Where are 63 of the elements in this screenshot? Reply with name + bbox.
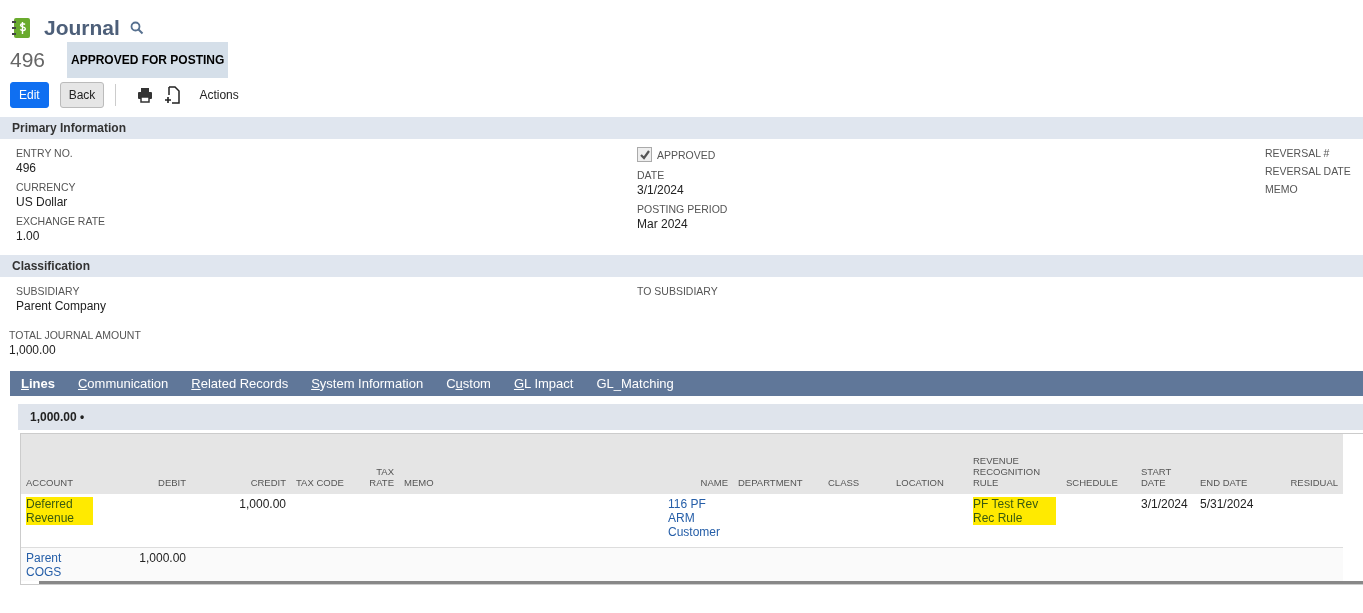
column-header: END DATE	[1195, 434, 1253, 494]
field-value: 1,000.00	[9, 343, 57, 357]
field-label: REVERSAL #	[1265, 147, 1331, 159]
column-header: START DATE	[1136, 434, 1195, 494]
tab[interactable]: Lines	[21, 376, 55, 391]
tab[interactable]: Related Records	[191, 376, 289, 391]
tab[interactable]: System Information	[311, 376, 424, 391]
scrollbar[interactable]	[39, 581, 1363, 584]
tab[interactable]: GL_Matching	[596, 376, 674, 391]
table-cell: 3/1/2024	[1141, 497, 1188, 511]
field-value: 1.00	[16, 229, 41, 243]
subtab[interactable]: 1,000.00 •	[18, 410, 97, 424]
column-header: MEMO	[399, 434, 663, 494]
field-label: ENTRY NO.	[16, 147, 74, 159]
back-button[interactable]: Back	[59, 82, 105, 108]
table-cell: 1,000.00	[239, 497, 286, 511]
journal-icon	[11, 17, 31, 39]
field-label: SUBSIDIARY	[16, 285, 81, 297]
edit-button[interactable]: Edit	[10, 82, 49, 108]
field-value: Mar 2024	[637, 217, 689, 231]
field-label: DATE	[637, 169, 666, 181]
column-header: CLASS	[823, 434, 891, 494]
tab[interactable]: Communication	[77, 376, 169, 391]
field-label: POSTING PERIOD	[637, 203, 729, 215]
field-value: Parent Company	[16, 299, 108, 313]
field-label: TO SUBSIDIARY	[637, 285, 719, 297]
column-header: LOCATION	[891, 434, 968, 494]
field-label: CURRENCY	[16, 181, 77, 193]
column-header: ACCOUNT	[21, 434, 121, 494]
column-header: TAX CODE	[291, 434, 349, 494]
table-cell: 1,000.00	[139, 551, 186, 565]
table-cell: 5/31/2024	[1200, 497, 1254, 511]
field-label: APPROVED	[657, 148, 716, 161]
field-value: 3/1/2024	[637, 183, 685, 197]
column-header: RESIDUAL	[1253, 434, 1343, 494]
table-link[interactable]: PF Test Rev Rec Rule	[973, 497, 1056, 525]
column-header: SCHEDULE	[1061, 434, 1136, 494]
page-title: Journal	[44, 16, 120, 40]
section-header: Classification	[0, 255, 1363, 277]
actions-menu[interactable]: Actions	[199, 88, 239, 102]
column-header: DEPARTMENT	[733, 434, 823, 494]
field-label: EXCHANGE RATE	[16, 215, 107, 227]
field-value: US Dollar	[16, 195, 69, 209]
section-header: Primary Information	[0, 117, 1363, 139]
record-number: 496	[10, 48, 47, 72]
print-icon[interactable]	[137, 87, 154, 103]
tab[interactable]: GL Impact	[513, 376, 574, 391]
field-label: REVERSAL DATE	[1265, 165, 1351, 177]
checkbox[interactable]	[637, 147, 652, 162]
search-icon[interactable]	[129, 21, 144, 35]
column-header: NAME	[663, 434, 733, 494]
column-header: DEBIT	[121, 434, 191, 494]
new-document-icon[interactable]	[164, 86, 181, 104]
table-link[interactable]: 116 PF ARM Customer	[668, 497, 728, 539]
column-header: REVENUE RECOGNITION RULE	[968, 434, 1061, 494]
table-link[interactable]: Deferred Revenue	[26, 497, 93, 525]
field-value: 496	[16, 161, 38, 175]
tab[interactable]: Custom	[446, 376, 491, 391]
column-header: CREDIT	[191, 434, 291, 494]
status-badge: APPROVED FOR POSTING	[67, 42, 229, 78]
field-label: MEMO	[1265, 183, 1299, 195]
field-label: TOTAL JOURNAL AMOUNT	[9, 329, 142, 341]
column-header: TAX RATE	[349, 434, 399, 494]
